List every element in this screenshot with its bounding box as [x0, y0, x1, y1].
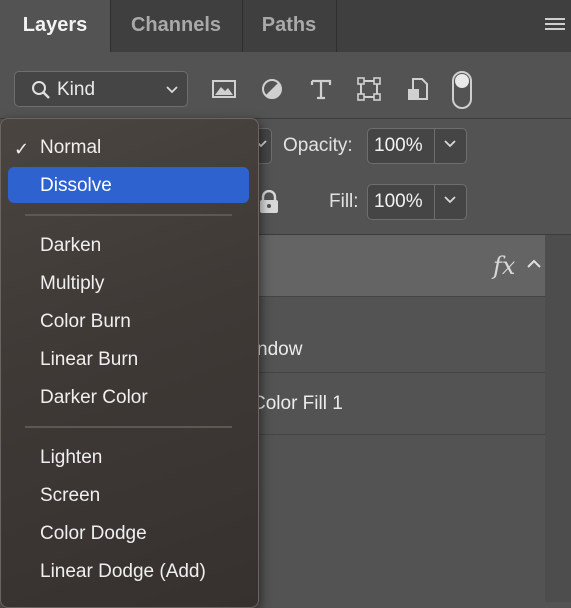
- adjustment-filter-icon[interactable]: [259, 76, 285, 102]
- filter-toggle[interactable]: [452, 71, 472, 109]
- fill-label: Fill:: [329, 191, 359, 212]
- menu-item-color-dodge[interactable]: Color Dodge: [40, 523, 147, 545]
- smart-object-filter-icon[interactable]: [405, 76, 431, 102]
- chevron-down-icon: [444, 140, 456, 148]
- blend-mode-menu: ✓ Normal Dissolve Darken Multiply Color …: [0, 118, 259, 608]
- scrollbar-track[interactable]: [545, 235, 571, 602]
- search-icon: [32, 81, 50, 99]
- menu-item-lighten[interactable]: Lighten: [40, 447, 102, 469]
- chevron-down-icon: [444, 196, 456, 204]
- menu-item-linear-burn[interactable]: Linear Burn: [40, 349, 138, 371]
- fill-dropdown-button[interactable]: [434, 185, 466, 219]
- opacity-label: Opacity:: [283, 135, 353, 156]
- menu-item-dissolve[interactable]: Dissolve: [40, 175, 112, 197]
- opacity-field[interactable]: 100%: [367, 128, 467, 164]
- shape-filter-icon[interactable]: [356, 76, 382, 102]
- menu-item-normal[interactable]: Normal: [40, 137, 101, 159]
- effects-indicator-icon: fx: [493, 252, 516, 280]
- checkmark-icon: ✓: [14, 139, 30, 160]
- fill-value[interactable]: 100%: [374, 191, 423, 213]
- menu-item-darker-color[interactable]: Darker Color: [40, 387, 148, 409]
- opacity-value[interactable]: 100%: [374, 135, 423, 157]
- chevron-up-icon[interactable]: [526, 258, 542, 270]
- panel-menu-icon[interactable]: [545, 18, 565, 32]
- layer-name: ndow: [257, 339, 303, 360]
- tab-paths[interactable]: Paths: [242, 0, 337, 52]
- panel-tab-bar: Layers Channels Paths: [0, 0, 571, 52]
- fill-field[interactable]: 100%: [367, 184, 467, 220]
- chevron-down-icon: [166, 86, 178, 94]
- menu-item-multiply[interactable]: Multiply: [40, 273, 104, 295]
- kind-filter-select[interactable]: Kind: [14, 71, 188, 107]
- tab-channels[interactable]: Channels: [110, 0, 243, 52]
- type-filter-icon[interactable]: [308, 76, 334, 102]
- menu-item-screen[interactable]: Screen: [40, 485, 100, 507]
- tab-layers[interactable]: Layers: [0, 0, 111, 52]
- menu-item-darken[interactable]: Darken: [40, 235, 101, 257]
- opacity-dropdown-button[interactable]: [434, 129, 466, 163]
- layer-name: Color Fill 1: [252, 393, 343, 414]
- kind-filter-label: Kind: [57, 79, 96, 100]
- menu-item-color-burn[interactable]: Color Burn: [40, 311, 131, 333]
- menu-separator: [25, 214, 232, 216]
- menu-item-linear-dodge-add[interactable]: Linear Dodge (Add): [40, 561, 206, 583]
- lock-icon[interactable]: [258, 190, 280, 214]
- image-filter-icon[interactable]: [211, 76, 237, 102]
- menu-separator: [25, 426, 232, 428]
